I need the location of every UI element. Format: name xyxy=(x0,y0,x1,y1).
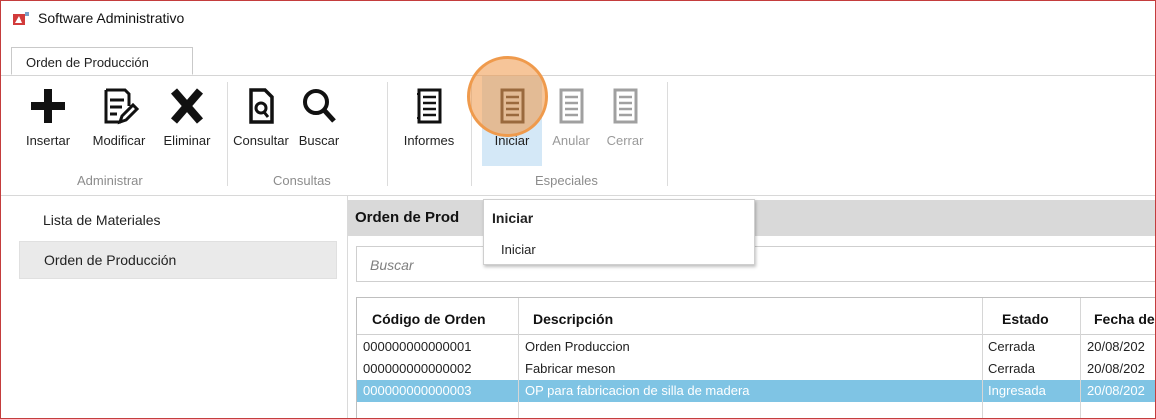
table-row[interactable]: 000000000000002 Fabricar meson Cerrada 2… xyxy=(357,358,1155,380)
cell-fecha: 20/08/202 xyxy=(1087,383,1145,398)
informes-button[interactable]: Informes xyxy=(393,76,465,166)
cell-codigo: 000000000000001 xyxy=(363,339,472,354)
anular-button[interactable]: Anular xyxy=(544,76,598,166)
table-row-selected[interactable]: 000000000000003 OP para fabricacion de s… xyxy=(357,380,1155,402)
app-logo-icon xyxy=(13,12,29,25)
cell-descripcion: Orden Produccion xyxy=(525,339,630,354)
column-header-codigo[interactable]: Código de Orden xyxy=(372,311,486,327)
cell-codigo: 000000000000003 xyxy=(363,383,472,398)
ribbon-toolbar: Insertar Modificar Eliminar Consultar Bu… xyxy=(1,56,1155,196)
column-header-estado[interactable]: Estado xyxy=(1002,311,1049,327)
query-document-icon xyxy=(249,88,274,124)
consultar-label: Consultar xyxy=(233,133,289,148)
consultar-button[interactable]: Consultar xyxy=(229,76,293,166)
modificar-label: Modificar xyxy=(92,133,146,148)
plus-icon xyxy=(31,89,65,123)
group-separator xyxy=(387,82,388,186)
modificar-button[interactable]: Modificar xyxy=(83,76,155,166)
column-header-fecha[interactable]: Fecha de xyxy=(1094,311,1155,327)
cell-fecha: 20/08/202 xyxy=(1087,339,1145,354)
click-highlight-circle xyxy=(467,56,548,137)
group-label-administrar: Administrar xyxy=(77,173,143,188)
eliminar-button[interactable]: Eliminar xyxy=(155,76,219,166)
page-title: Orden de Prod xyxy=(355,209,460,226)
table-header: Código de Orden Descripción Estado Fecha… xyxy=(357,298,1155,335)
title-bar: Software Administrativo xyxy=(1,1,1155,37)
orders-table: Código de Orden Descripción Estado Fecha… xyxy=(356,297,1155,418)
column-header-descripcion[interactable]: Descripción xyxy=(533,311,613,327)
column-divider xyxy=(982,298,983,418)
sidebar-item-orden-produccion[interactable]: Orden de Producción xyxy=(19,241,337,279)
x-icon xyxy=(170,88,204,124)
anular-label: Anular xyxy=(552,133,590,148)
eliminar-label: Eliminar xyxy=(163,133,211,148)
column-divider xyxy=(518,298,519,418)
tab-strip: Orden de Producción xyxy=(1,47,1155,76)
magnifier-icon xyxy=(303,89,336,123)
edit-icon xyxy=(104,88,139,125)
report-icon xyxy=(417,88,442,124)
group-separator xyxy=(667,82,668,186)
insertar-button[interactable]: Insertar xyxy=(19,76,77,166)
cell-descripcion: OP para fabricacion de silla de madera xyxy=(525,383,750,398)
sidebar-nav: Lista de Materiales Orden de Producción xyxy=(1,196,348,418)
buscar-label: Buscar xyxy=(298,133,340,148)
table-row[interactable]: 000000000000001 Orden Produccion Cerrada… xyxy=(357,336,1155,358)
insertar-label: Insertar xyxy=(25,133,71,148)
cerrar-button[interactable]: Cerrar xyxy=(598,76,652,166)
sidebar-item-lista-materiales[interactable]: Lista de Materiales xyxy=(19,202,337,240)
group-label-especiales: Especiales xyxy=(535,173,598,188)
cell-descripcion: Fabricar meson xyxy=(525,361,616,376)
cancel-report-icon xyxy=(559,88,584,124)
cell-estado: Cerrada xyxy=(988,339,1035,354)
iniciar-tooltip: Iniciar Iniciar xyxy=(483,199,755,265)
tooltip-title: Iniciar xyxy=(492,210,534,226)
search-input[interactable]: Buscar xyxy=(356,246,1155,282)
app-window: Software Administrativo Orden de Producc… xyxy=(0,0,1156,419)
cell-estado: Ingresada xyxy=(988,383,1046,398)
group-label-consultas: Consultas xyxy=(273,173,331,188)
cerrar-label: Cerrar xyxy=(606,133,644,148)
column-divider xyxy=(1080,298,1081,418)
group-separator xyxy=(227,82,228,186)
window-title: Software Administrativo xyxy=(38,10,185,26)
cell-fecha: 20/08/202 xyxy=(1087,361,1145,376)
informes-label: Informes xyxy=(403,133,455,148)
tooltip-text: Iniciar xyxy=(501,242,536,257)
cell-estado: Cerrada xyxy=(988,361,1035,376)
cell-codigo: 000000000000002 xyxy=(363,361,472,376)
tab-orden-produccion[interactable]: Orden de Producción xyxy=(11,47,193,75)
buscar-button[interactable]: Buscar xyxy=(293,76,345,166)
close-report-icon xyxy=(613,88,638,124)
